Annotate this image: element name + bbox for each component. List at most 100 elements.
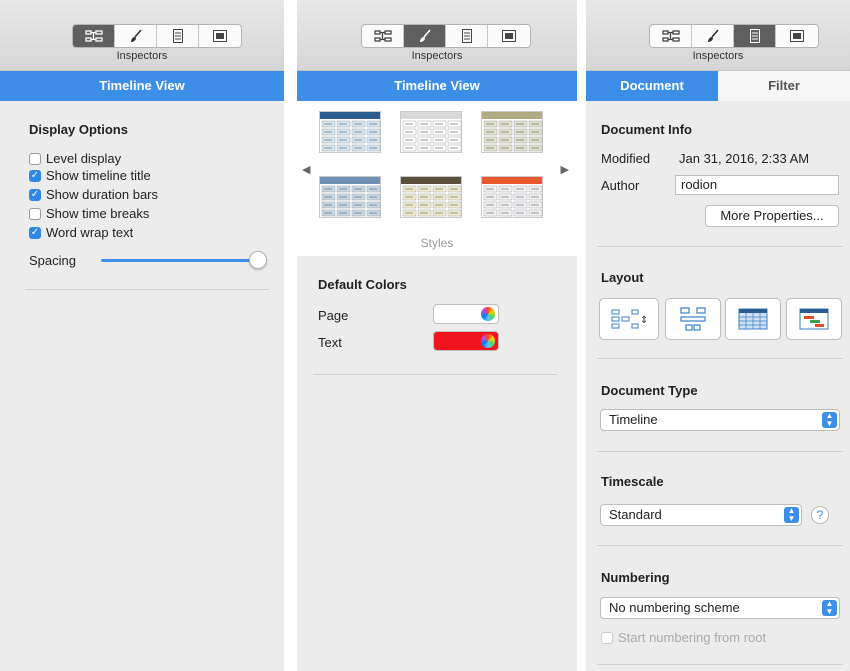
tab-document[interactable]: Document [586,71,718,101]
section-divider [313,374,557,375]
text-color-label: Text [318,335,342,350]
checkmark-icon[interactable]: ✓ [29,169,41,182]
checkbox-level-display[interactable]: Level display [29,151,121,166]
updown-chevron-icon: ▲ ▼ [784,507,799,523]
styles-label: Styles [420,236,454,250]
structure-icon[interactable] [650,25,692,47]
color-wheel-icon[interactable] [481,334,495,348]
inspector-segmented-control [72,24,242,48]
layout-title: Layout [601,270,644,285]
toolbar-label: Inspectors [116,50,168,62]
modified-label: Modified [601,151,651,166]
triangle-right-icon[interactable]: ▶ [561,163,569,176]
svg-text:⇕: ⇕ [640,315,647,326]
more-properties-button[interactable]: More Properties... [705,205,839,227]
document-type-value: Timeline [609,412,658,427]
spacing-label: Spacing [29,253,76,268]
spacing-slider-track[interactable] [101,259,257,262]
color-wheel-icon[interactable] [481,307,495,321]
styles-gallery: ◀ ▶ Styles [297,101,577,256]
author-label: Author [601,178,640,193]
tree-layout-icon[interactable] [665,298,721,340]
text-color-well[interactable] [433,331,499,351]
gantt-layout-icon[interactable] [786,298,842,340]
panel-header: Timeline View [0,71,284,101]
document-type-title: Document Type [601,383,698,398]
tab-filter[interactable]: Filter [718,71,850,101]
checkbox[interactable] [601,631,613,644]
checkbox[interactable] [29,207,41,220]
start-numbering-label: Start numbering from root [618,630,767,645]
checkbox-show-duration-bars[interactable]: ✓ Show duration bars [29,187,158,202]
triangle-left-icon[interactable]: ◀ [302,163,310,176]
document-icon[interactable] [157,25,199,47]
brush-icon[interactable] [115,25,157,47]
inspector-toolbar: Inspectors [0,0,284,71]
inspector-segmented-control [361,24,531,48]
org-chart-icon[interactable]: ⇕ [599,298,659,340]
default-colors-title: Default Colors [318,277,407,292]
checkbox-label: Word wrap text [46,225,134,240]
numbering-title: Numbering [601,570,670,585]
page-color-well[interactable] [433,304,499,324]
timescale-value: Standard [609,507,662,522]
checkbox-label: Show duration bars [46,187,159,202]
checkbox-show-timeline-title[interactable]: ✓ Show timeline title [29,168,151,183]
checkmark-icon[interactable]: ✓ [29,226,41,239]
start-numbering-checkbox-row[interactable]: Start numbering from root [601,630,766,645]
style-thumbnail[interactable] [319,111,381,153]
numbering-select[interactable]: No numbering scheme ▲ ▼ [600,597,840,619]
toolbar-label: Inspectors [692,50,744,62]
checkbox-word-wrap-text[interactable]: ✓ Word wrap text [29,225,133,240]
checkmark-icon[interactable]: ✓ [29,188,41,201]
grid-layout-icon[interactable] [725,298,781,340]
timescale-select[interactable]: Standard ▲ ▼ [600,504,802,526]
toolbar-label: Inspectors [411,50,463,62]
numbering-value: No numbering scheme [609,600,740,615]
updown-chevron-icon: ▲ ▼ [822,600,837,616]
document-info-title: Document Info [601,122,692,137]
timescale-title: Timescale [601,474,664,489]
section-divider [597,451,843,452]
inspector-segmented-control [649,24,819,48]
checkbox-label: Level display [46,151,122,166]
page-color-label: Page [318,308,349,323]
section-divider [597,664,843,665]
panel-header: Timeline View [297,71,577,101]
checkbox[interactable] [29,152,41,165]
section-divider [597,358,843,359]
section-divider [25,289,269,290]
spacing-slider-knob[interactable] [249,251,267,269]
structure-icon[interactable] [362,25,404,47]
inspector-panel-timeline-view: Inspectors Timeline View Display Options… [0,0,284,671]
canvas-icon[interactable] [488,25,530,47]
style-thumbnail[interactable] [481,176,543,218]
brush-icon[interactable] [404,25,446,47]
help-button[interactable]: ? [811,506,829,524]
inspector-panel-style: Inspectors Timeline View ◀ ▶ Styles Defa… [297,0,577,671]
document-icon[interactable] [734,25,776,47]
author-field[interactable]: rodion [675,175,839,195]
style-thumbnail[interactable] [319,176,381,218]
style-thumbnail[interactable] [400,176,462,218]
style-thumbnail[interactable] [481,111,543,153]
document-type-select[interactable]: Timeline ▲ ▼ [600,409,840,431]
inspector-toolbar: Inspectors [586,0,850,71]
inspector-toolbar: Inspectors [297,0,577,71]
checkbox-label: Show time breaks [46,206,150,221]
section-divider [597,246,843,247]
canvas-icon[interactable] [199,25,241,47]
document-icon[interactable] [446,25,488,47]
inspector-panel-document: Inspectors Document Filter Document Info… [586,0,850,671]
style-thumbnail[interactable] [400,111,462,153]
modified-value: Jan 31, 2016, 2:33 AM [679,151,810,166]
document-filter-tabs: Document Filter [586,71,850,101]
brush-icon[interactable] [692,25,734,47]
section-divider [597,545,843,546]
checkbox-show-time-breaks[interactable]: Show time breaks [29,206,149,221]
structure-icon[interactable] [73,25,115,47]
display-options-title: Display Options [29,122,128,137]
updown-chevron-icon: ▲ ▼ [822,412,837,428]
checkbox-label: Show timeline title [46,168,151,183]
canvas-icon[interactable] [776,25,818,47]
